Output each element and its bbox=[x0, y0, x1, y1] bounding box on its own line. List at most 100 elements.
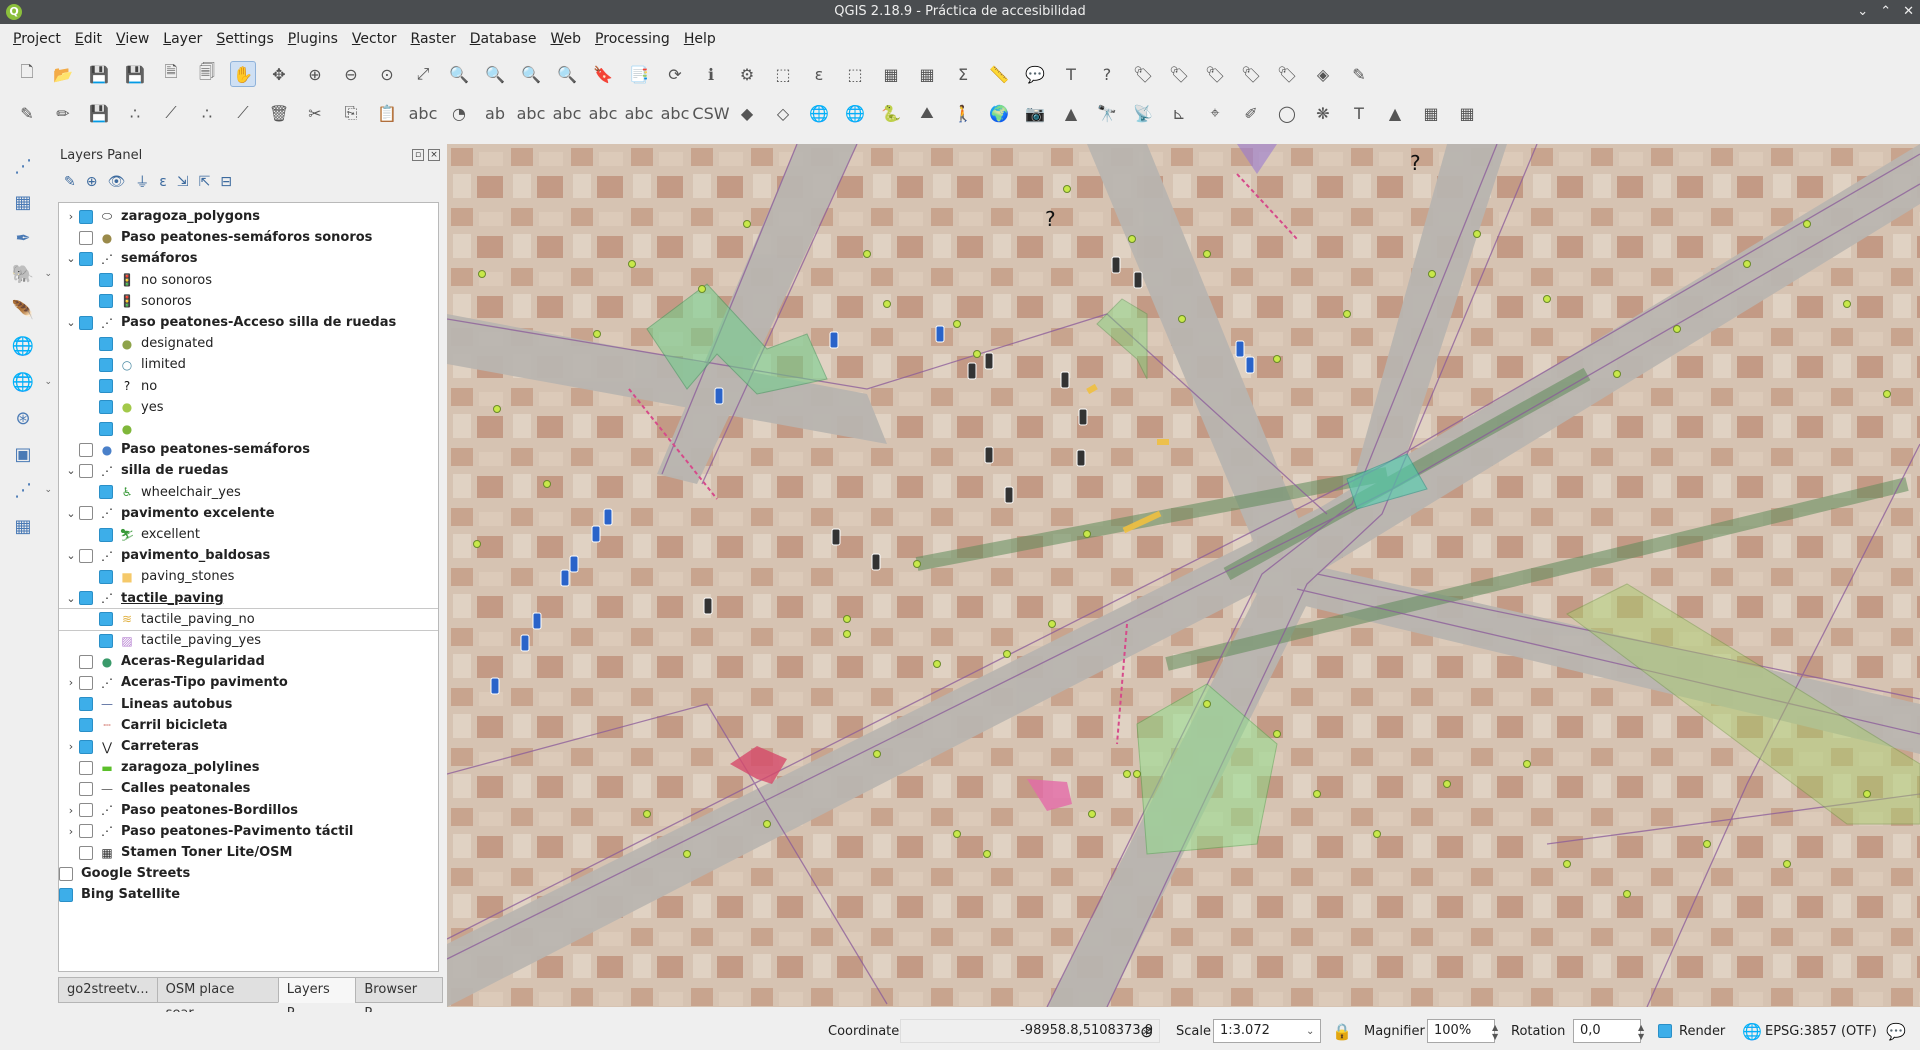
new-print-composer-icon[interactable]: 🗎 bbox=[158, 61, 184, 87]
menu-project[interactable]: Project bbox=[6, 31, 68, 47]
layer-row[interactable]: › ⋰ Paso peatones-Bordillos bbox=[59, 800, 438, 821]
diagram-icon[interactable]: ◔ bbox=[446, 100, 472, 126]
elevation-icon[interactable]: ⛰ bbox=[914, 100, 940, 126]
rotate-label-icon[interactable]: abc bbox=[625, 100, 654, 126]
menu-settings[interactable]: Settings bbox=[209, 31, 280, 47]
layer-visibility-checkbox[interactable] bbox=[79, 803, 93, 818]
save-project-icon[interactable]: 💾 bbox=[86, 61, 112, 87]
expand-icon[interactable]: › bbox=[65, 825, 77, 838]
cut-features-icon[interactable]: ✂ bbox=[302, 100, 328, 126]
measure-icon[interactable]: 📏 bbox=[986, 61, 1012, 87]
layer-row[interactable]: ⌄ ⋰ pavimento excelente bbox=[59, 503, 438, 524]
layer-visibility-checkbox[interactable] bbox=[99, 569, 113, 584]
zoom-native-icon[interactable]: ⊙ bbox=[374, 61, 400, 87]
show-hide-labels-icon[interactable]: abc bbox=[553, 100, 582, 126]
collapse-icon[interactable]: ⌄ bbox=[65, 316, 77, 329]
map-tips-icon[interactable]: 💬 bbox=[1022, 61, 1048, 87]
layer-row[interactable]: ▬ zaragoza_polylines bbox=[59, 757, 438, 778]
layer-row[interactable]: ▨ tactile_paving_yes bbox=[59, 630, 438, 651]
new-shapefile-icon[interactable]: ⋰ ⌄ bbox=[8, 475, 52, 505]
menu-raster[interactable]: Raster bbox=[404, 31, 463, 47]
vector-style-icon[interactable]: ✐ bbox=[1238, 100, 1264, 126]
gps-icon[interactable]: 📡 bbox=[1130, 100, 1156, 126]
pan-to-selection-icon[interactable]: ✥ bbox=[266, 61, 292, 87]
street-view-icon[interactable]: 🚶 bbox=[950, 100, 976, 126]
delete-selected-icon[interactable]: 🗑 bbox=[266, 100, 292, 126]
add-virtual-layer-icon[interactable]: ▣ bbox=[8, 439, 38, 469]
collapse-icon[interactable]: ⌄ bbox=[65, 507, 77, 520]
refresh-icon[interactable]: ⟳ bbox=[662, 61, 688, 87]
layer-row[interactable]: ● bbox=[59, 418, 438, 439]
add-wfs-layer-icon[interactable]: ⊛ bbox=[8, 403, 38, 433]
help-icon[interactable]: ? bbox=[1094, 61, 1120, 87]
layer-visibility-checkbox[interactable] bbox=[79, 230, 93, 245]
magnifier-spinner-icon[interactable]: ▲ ▼ bbox=[1492, 1023, 1498, 1041]
layer-row[interactable]: — Lineas autobus bbox=[59, 694, 438, 715]
layer-row[interactable]: ● designated bbox=[59, 333, 438, 354]
zoom-selection-icon[interactable]: 🔍 bbox=[446, 61, 472, 87]
mouse-position-toggle-icon[interactable]: ⊛ bbox=[1140, 1022, 1153, 1041]
green-tool-icon[interactable]: ▲ bbox=[1382, 100, 1408, 126]
expand-icon[interactable]: › bbox=[65, 210, 77, 223]
expand-icon[interactable]: › bbox=[65, 676, 77, 689]
add-group-icon[interactable]: ⊕ bbox=[86, 174, 98, 190]
rotation-input[interactable]: 0,0 bbox=[1573, 1019, 1641, 1043]
layer-visibility-checkbox[interactable] bbox=[99, 357, 113, 372]
identify-icon[interactable]: ℹ bbox=[698, 61, 724, 87]
metasearch-icon[interactable]: ◆ bbox=[734, 100, 760, 126]
globe-icon[interactable]: 🌍 bbox=[986, 100, 1012, 126]
zoom-layer-icon[interactable]: 🔍 bbox=[482, 61, 508, 87]
rotation-spinner-icon[interactable]: ▲ ▼ bbox=[1638, 1023, 1644, 1041]
close-button[interactable]: ✕ bbox=[1903, 0, 1914, 24]
layer-visibility-checkbox[interactable] bbox=[99, 379, 113, 394]
collapse-icon[interactable]: ⌄ bbox=[65, 252, 77, 265]
layer-labeling-icon[interactable]: abc bbox=[409, 100, 438, 126]
georef-icon[interactable]: ◇ bbox=[770, 100, 796, 126]
search-layers-icon[interactable]: 🌐 bbox=[842, 100, 868, 126]
zoom-full-icon[interactable]: ⤢ bbox=[410, 61, 436, 87]
new-project-icon[interactable]: 🗋 bbox=[14, 61, 40, 87]
add-wms-layer-icon[interactable]: 🌐 bbox=[8, 331, 38, 361]
pattern-1-icon[interactable]: ▦ bbox=[1418, 100, 1444, 126]
layer-visibility-checkbox[interactable] bbox=[79, 675, 93, 690]
layer-visibility-checkbox[interactable] bbox=[79, 251, 93, 266]
new-table-icon[interactable]: ▦ bbox=[8, 511, 38, 541]
crs-button[interactable]: EPSG:3857 (OTF) bbox=[1765, 1024, 1877, 1039]
layer-visibility-checkbox[interactable] bbox=[59, 887, 73, 902]
layer-visibility-checkbox[interactable] bbox=[79, 697, 93, 712]
chevron-down-icon[interactable]: ⌄ bbox=[44, 377, 52, 387]
panel-tab[interactable]: OSM place sear... bbox=[156, 977, 279, 1021]
layer-visibility-checkbox[interactable] bbox=[79, 315, 93, 330]
layer-visibility-checkbox[interactable] bbox=[79, 548, 93, 563]
label-tool-4-icon[interactable]: 🏷 bbox=[1238, 61, 1264, 87]
layer-visibility-checkbox[interactable] bbox=[79, 442, 93, 457]
paste-features-icon[interactable]: 📋 bbox=[374, 100, 400, 126]
add-raster-layer-icon[interactable]: ▦ bbox=[8, 187, 38, 217]
menu-vector[interactable]: Vector bbox=[345, 31, 404, 47]
render-checkbox[interactable] bbox=[1658, 1024, 1672, 1038]
chevron-down-icon[interactable]: ⌄ bbox=[1306, 1026, 1314, 1037]
layer-visibility-checkbox[interactable] bbox=[79, 845, 93, 860]
collapse-all-icon[interactable]: ⇱ bbox=[199, 174, 211, 190]
label-tool-1-icon[interactable]: 🏷 bbox=[1130, 61, 1156, 87]
layer-row[interactable]: ≋ tactile_paving_no bbox=[59, 607, 438, 631]
layer-visibility-checkbox[interactable] bbox=[79, 718, 93, 733]
zoom-out-icon[interactable]: ⊖ bbox=[338, 61, 364, 87]
label-tool-5-icon[interactable]: 🏷 bbox=[1274, 61, 1300, 87]
expand-all-icon[interactable]: ⇲ bbox=[177, 174, 189, 190]
menu-web[interactable]: Web bbox=[544, 31, 589, 47]
label-tool-3-icon[interactable]: 🏷 bbox=[1202, 61, 1228, 87]
layer-row[interactable]: › ⋁ Carreteras bbox=[59, 736, 438, 757]
layer-row[interactable]: ● Paso peatones-semáforos sonoros bbox=[59, 227, 438, 248]
screenshot-icon[interactable]: 📷 bbox=[1022, 100, 1048, 126]
layer-visibility-checkbox[interactable] bbox=[79, 760, 93, 775]
open-project-icon[interactable]: 📂 bbox=[50, 61, 76, 87]
expression-filter-icon[interactable]: ε bbox=[159, 174, 167, 190]
t-tool-icon[interactable]: T bbox=[1346, 100, 1372, 126]
add-delimited-text-icon[interactable]: ✒ bbox=[8, 223, 38, 253]
layer-visibility-checkbox[interactable] bbox=[99, 633, 113, 648]
coordinate-input[interactable]: -98958.8,5108373.9 bbox=[900, 1019, 1160, 1043]
node-tool-icon[interactable]: ∴ bbox=[194, 100, 220, 126]
add-feature-icon[interactable]: ∴ bbox=[122, 100, 148, 126]
highlight-labels-icon[interactable]: ab bbox=[482, 100, 508, 126]
